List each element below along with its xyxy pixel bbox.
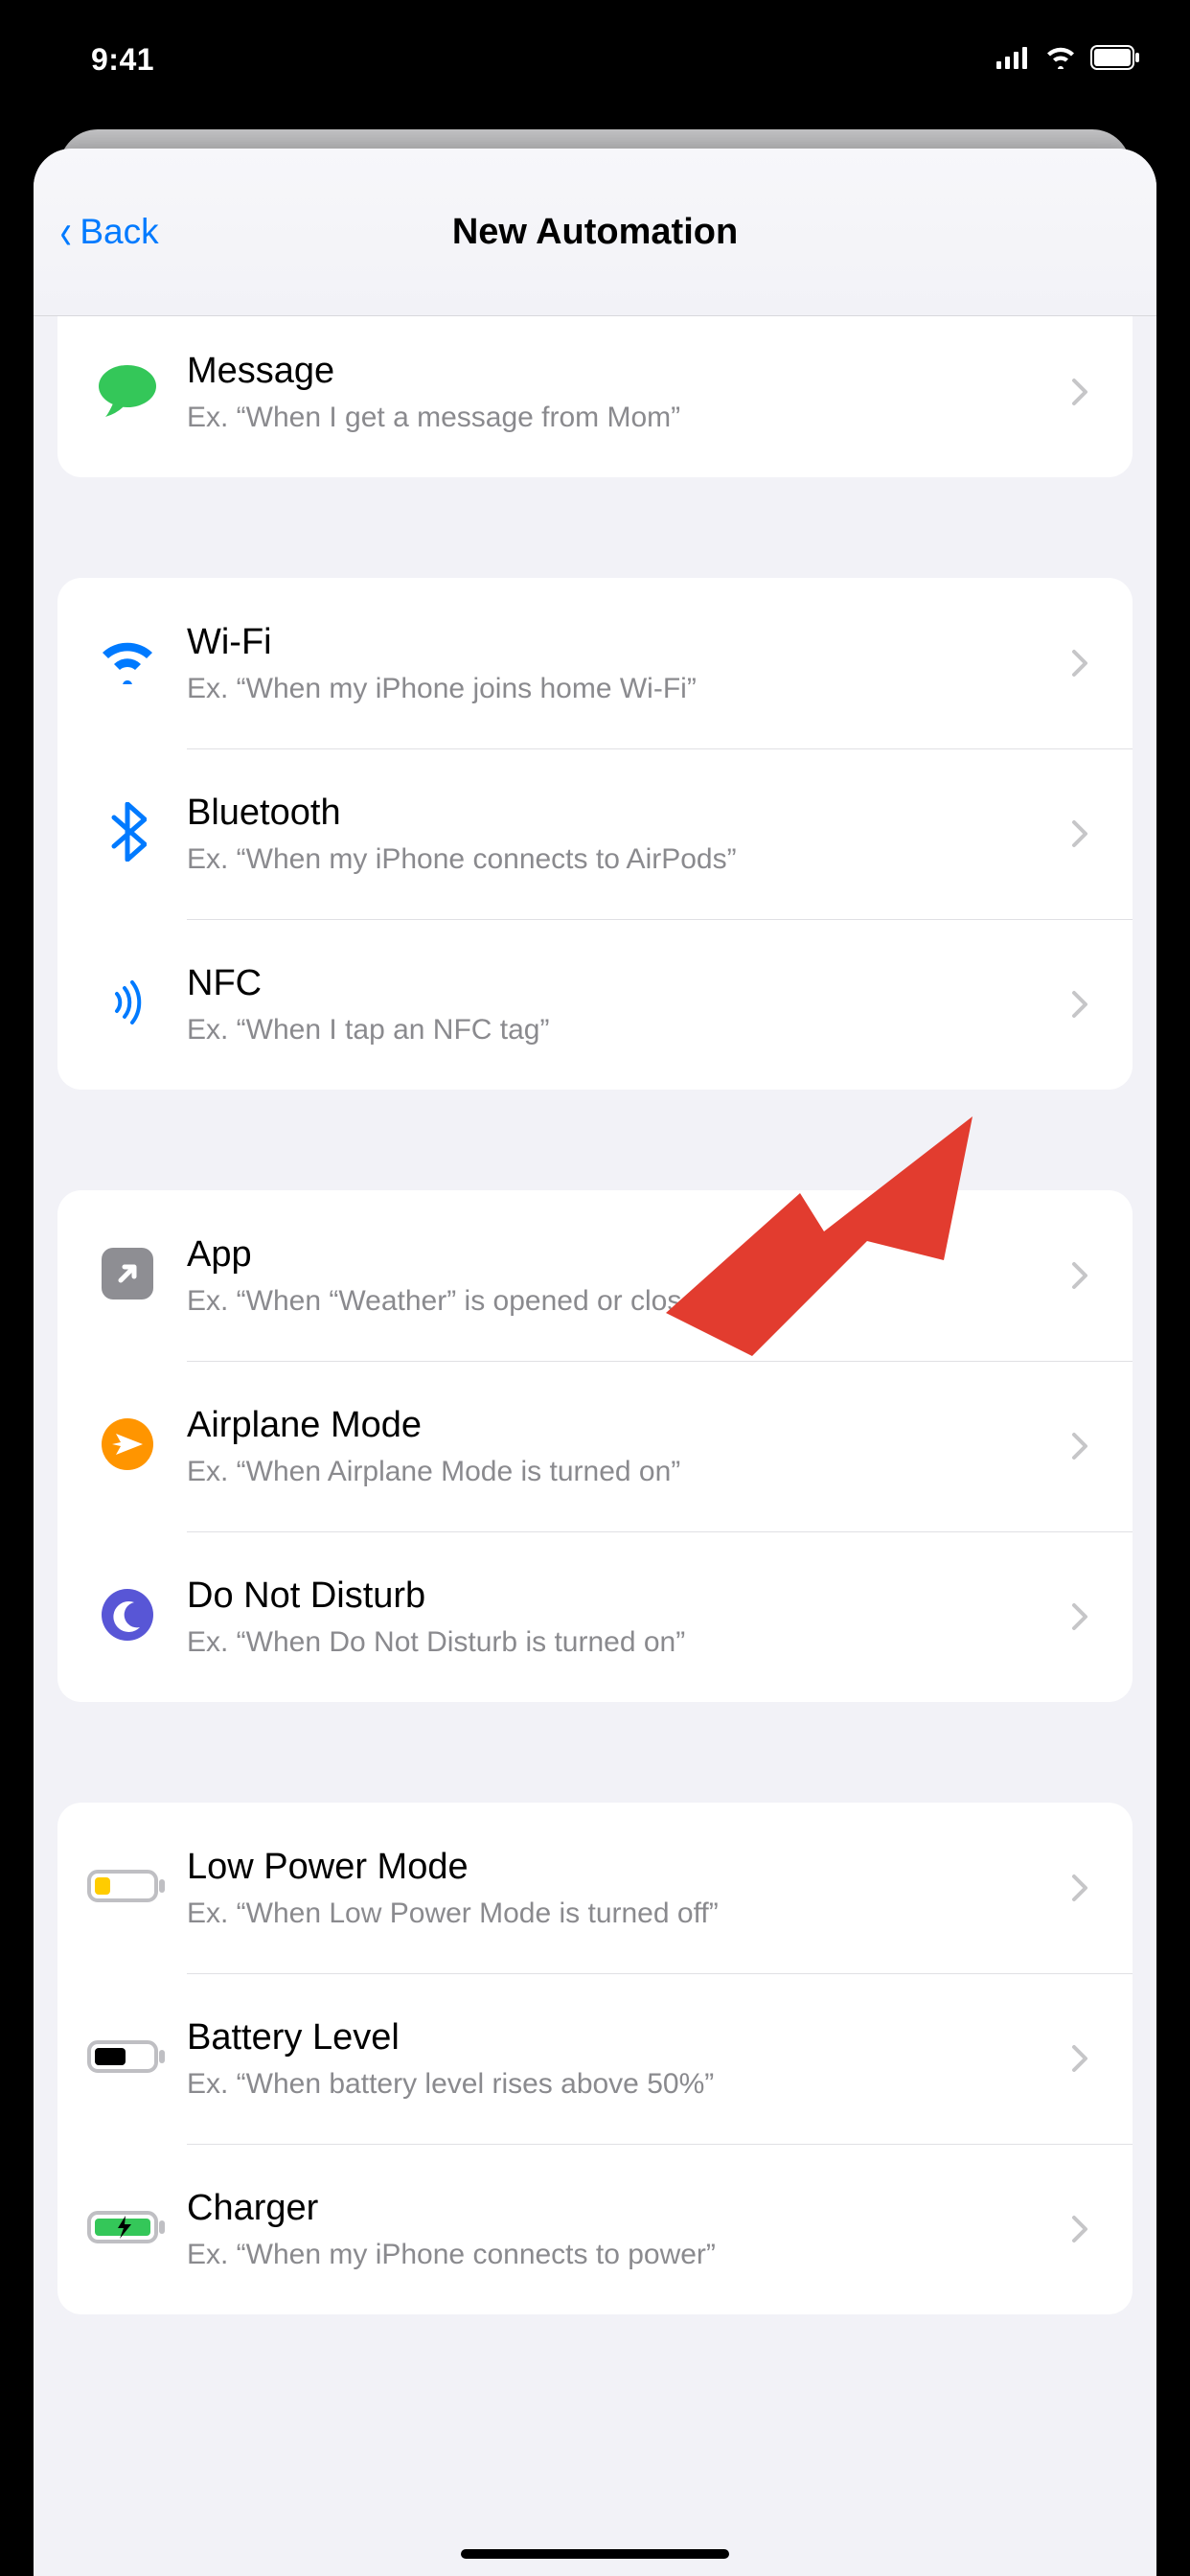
chevron-right-icon [1056,2044,1104,2073]
row-title: Airplane Mode [187,1405,1056,1446]
chevron-right-icon [1056,1602,1104,1631]
nav-bar: ‹ Back New Automation [34,149,1156,316]
row-dnd[interactable]: Do Not Disturb Ex. “When Do Not Disturb … [57,1531,1133,1702]
cellular-icon [996,46,1031,74]
row-subtitle: Ex. “When Low Power Mode is turned off” [187,1898,1056,1930]
group-connectivity: Wi-Fi Ex. “When my iPhone joins home Wi-… [57,578,1133,1090]
row-subtitle: Ex. “When my iPhone joins home Wi-Fi” [187,673,1056,705]
row-title: Battery Level [187,2017,1056,2058]
row-subtitle: Ex. “When Do Not Disturb is turned on” [187,1626,1056,1659]
status-time: 9:41 [91,42,154,78]
chevron-right-icon [1056,378,1104,406]
app-icon [100,1246,155,1306]
home-indicator [461,2549,729,2559]
chevron-right-icon [1056,990,1104,1019]
row-subtitle: Ex. “When “Weather” is opened or closed” [187,1285,1056,1318]
nfc-icon [103,978,151,1031]
row-subtitle: Ex. “When I tap an NFC tag” [187,1014,1056,1046]
chevron-right-icon [1056,2215,1104,2243]
group-settings: App Ex. “When “Weather” is opened or clo… [57,1190,1133,1702]
row-subtitle: Ex. “When I get a message from Mom” [187,402,1056,434]
row-title: Wi-Fi [187,622,1056,663]
chevron-right-icon [1056,1261,1104,1290]
wifi-status-icon [1044,46,1077,74]
row-title: Bluetooth [187,793,1056,834]
wifi-icon [97,638,158,689]
sheet: ‹ Back New Automation Message Ex. “When … [34,149,1156,2576]
message-icon [94,361,161,424]
group-power: Low Power Mode Ex. “When Low Power Mode … [57,1803,1133,2314]
battery-status-icon [1090,45,1142,75]
row-charger[interactable]: Charger Ex. “When my iPhone connects to … [57,2144,1133,2314]
chevron-right-icon [1056,1874,1104,1902]
row-title: Message [187,351,1056,392]
row-title: NFC [187,963,1056,1004]
row-nfc[interactable]: NFC Ex. “When I tap an NFC tag” [57,919,1133,1090]
row-subtitle: Ex. “When my iPhone connects to power” [187,2239,1056,2271]
row-airplane[interactable]: Airplane Mode Ex. “When Airplane Mode is… [57,1361,1133,1531]
row-subtitle: Ex. “When battery level rises above 50%” [187,2068,1056,2101]
row-wifi[interactable]: Wi-Fi Ex. “When my iPhone joins home Wi-… [57,578,1133,748]
row-title: Charger [187,2188,1056,2229]
row-bluetooth[interactable]: Bluetooth Ex. “When my iPhone connects t… [57,748,1133,919]
bluetooth-icon [108,802,147,866]
charger-icon [87,2207,168,2252]
row-subtitle: Ex. “When my iPhone connects to AirPods” [187,843,1056,876]
row-battery[interactable]: Battery Level Ex. “When battery level ri… [57,1973,1133,2144]
row-app[interactable]: App Ex. “When “Weather” is opened or clo… [57,1190,1133,1361]
dnd-icon [100,1587,155,1647]
chevron-right-icon [1056,819,1104,848]
chevron-right-icon [1056,1432,1104,1460]
row-title: App [187,1234,1056,1276]
status-indicators [996,45,1142,75]
back-button[interactable]: ‹ Back [57,149,159,315]
content: Message Ex. “When I get a message from M… [34,316,1156,2576]
row-message[interactable]: Message Ex. “When I get a message from M… [57,316,1133,477]
row-title: Do Not Disturb [187,1576,1056,1617]
group-communication: Message Ex. “When I get a message from M… [57,316,1133,477]
row-title: Low Power Mode [187,1847,1056,1888]
row-lowpower[interactable]: Low Power Mode Ex. “When Low Power Mode … [57,1803,1133,1973]
status-bar: 9:41 [0,0,1190,129]
airplane-icon [100,1416,155,1477]
lowpower-icon [87,1866,168,1911]
nav-title: New Automation [452,212,738,253]
chevron-right-icon [1056,649,1104,678]
back-label: Back [80,212,158,252]
row-subtitle: Ex. “When Airplane Mode is turned on” [187,1456,1056,1488]
battery-icon [87,2036,168,2082]
